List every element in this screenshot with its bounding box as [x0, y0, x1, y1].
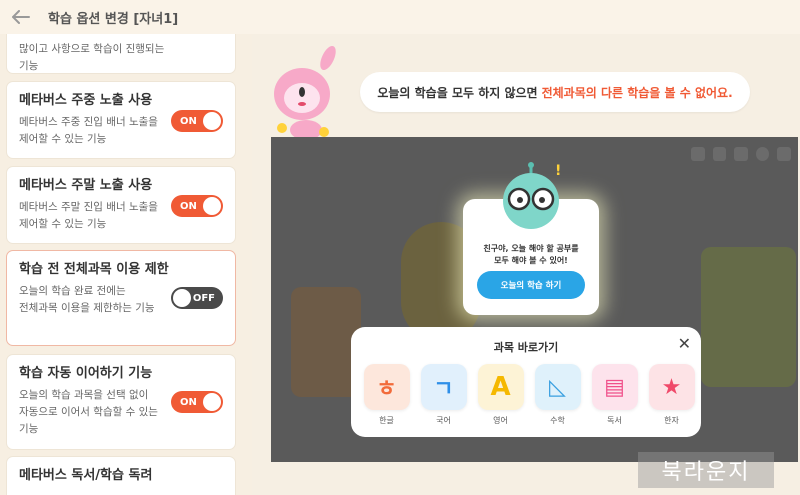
rabbit-mascot-icon: [274, 45, 336, 140]
setting-desc-line: 기능: [19, 60, 39, 72]
metaverse-weekday-toggle[interactable]: ON: [171, 110, 223, 132]
settings-list[interactable]: 많이고 사항으로 학습이 진행되는 기능 메타버스 주중 노출 사용 메타버스 …: [0, 34, 252, 495]
toggle-label: ON: [180, 396, 197, 408]
toggle-knob: [203, 112, 221, 130]
preview-area: 오늘의 학습을 모두 하지 않으면 전체과목의 다른 학습을 볼 수 없어요.: [252, 34, 800, 495]
auto-continue-toggle[interactable]: ON: [171, 391, 223, 413]
book-icon: ▤: [591, 364, 638, 410]
close-icon[interactable]: ✕: [678, 335, 691, 353]
subject-label: 수학: [550, 416, 565, 425]
speech-text: 오늘의 학습을 모두 하지 않으면: [377, 85, 538, 100]
setting-title: 메타버스 주중 노출 사용: [19, 93, 153, 108]
setting-card-auto-continue: 학습 자동 이어하기 기능 오늘의 학습 과목을 선택 없이 자동으로 이어서 …: [6, 354, 236, 450]
popup-line: 친구야, 오늘 해야 할 공부를: [483, 244, 579, 253]
search-icon: [755, 147, 770, 161]
svg-text:!: !: [555, 163, 561, 179]
popup-line: 모두 해야 볼 수 있어!: [494, 256, 568, 265]
setting-desc-line: 많이고 사항으로 학습이 진행되는: [19, 43, 165, 55]
setting-title: 학습 자동 이어하기 기능: [19, 366, 153, 381]
toolbar-icon: [691, 147, 705, 161]
subject-reading[interactable]: ▤ 독서: [591, 364, 638, 426]
page-title: 학습 옵션 변경 [자녀1]: [48, 11, 179, 27]
korean-icon: ㄱ: [420, 364, 467, 410]
toolbar-icon: [734, 147, 748, 161]
setting-card-metaverse-weekend: 메타버스 주말 노출 사용 메타버스 주말 진입 배너 노출을 제어할 수 있는…: [6, 166, 236, 244]
subject-restriction-toggle[interactable]: OFF: [171, 287, 223, 309]
setting-card-partial: 많이고 사항으로 학습이 진행되는 기능: [6, 34, 236, 74]
setting-title: 메타버스 주말 노출 사용: [19, 178, 153, 193]
speech-highlight: 전체과목의 다른 학습을 볼 수 없어요.: [541, 85, 733, 100]
setting-desc-line: 기능: [19, 423, 39, 435]
popup-message: 친구야, 오늘 해야 할 공부를 모두 해야 볼 수 있어!: [463, 243, 599, 267]
toolbar-icons: [691, 147, 791, 165]
subject-label: 국어: [436, 416, 451, 425]
subject-korean[interactable]: ㄱ 국어: [420, 364, 467, 426]
subject-label: 영어: [493, 416, 508, 425]
setting-desc-line: 제어할 수 있는 기능: [19, 133, 107, 145]
subject-list: ㅎ 한글 ㄱ 국어 A 영어 ◺ 수학 ▤ 독서 ★ 한자: [363, 364, 695, 426]
back-arrow-icon: [12, 10, 30, 24]
subject-label: 독서: [607, 416, 622, 425]
background-card: [701, 247, 796, 387]
subject-math[interactable]: ◺ 수학: [534, 364, 581, 426]
setting-card-metaverse-weekday: 메타버스 주중 노출 사용 메타버스 주중 진입 배너 노출을 제어할 수 있는…: [6, 81, 236, 159]
subject-hangul[interactable]: ㅎ 한글: [363, 364, 410, 426]
speech-bubble: 오늘의 학습을 모두 하지 않으면 전체과목의 다른 학습을 볼 수 없어요.: [360, 72, 750, 112]
setting-card-metaverse-reading: 메타버스 독서/학습 독려: [6, 456, 236, 495]
subject-label: 한글: [379, 416, 394, 425]
math-icon: ◺: [534, 364, 581, 410]
watermark: 북라운지: [638, 452, 774, 488]
back-button[interactable]: [6, 2, 36, 32]
toolbar-icon: [712, 147, 727, 161]
menu-icon: [777, 147, 791, 161]
today-study-popup: ! 친구야, 오늘 해야 할 공부를 모두 해야 볼 수 있어! 오늘의 학습 …: [463, 162, 599, 315]
star-icon: ★: [648, 364, 695, 410]
app-screen-preview: ! 친구야, 오늘 해야 할 공부를 모두 해야 볼 수 있어! 오늘의 학습 …: [271, 137, 798, 462]
toggle-label: ON: [180, 115, 197, 127]
setting-desc-line: 제어할 수 있는 기능: [19, 218, 107, 230]
top-bar: 학습 옵션 변경 [자녀1]: [0, 0, 800, 34]
english-icon: A: [477, 364, 524, 410]
setting-title: 학습 전 전체과목 이용 제한: [19, 262, 169, 277]
subject-hanja[interactable]: ★ 한자: [648, 364, 695, 426]
setting-title: 메타버스 독서/학습 독려: [19, 468, 153, 483]
toggle-label: OFF: [192, 292, 215, 304]
setting-card-subject-restriction: 학습 전 전체과목 이용 제한 오늘의 학습 완료 전에는 전체과목 이용을 제…: [6, 250, 236, 346]
toggle-label: ON: [180, 200, 197, 212]
today-study-button[interactable]: 오늘의 학습 하기: [477, 271, 585, 299]
subject-english[interactable]: A 영어: [477, 364, 524, 426]
hangul-icon: ㅎ: [363, 364, 410, 410]
robot-character-icon: !: [503, 162, 561, 229]
subject-shortcut-panel: 과목 바로가기 ✕ ㅎ 한글 ㄱ 국어 A 영어 ◺ 수학 ▤ 독서 ★ 한자: [351, 327, 701, 437]
subject-panel-title: 과목 바로가기: [493, 341, 559, 354]
toggle-knob: [173, 289, 191, 307]
toggle-knob: [203, 197, 221, 215]
toggle-knob: [203, 393, 221, 411]
subject-label: 한자: [664, 416, 679, 425]
metaverse-weekend-toggle[interactable]: ON: [171, 195, 223, 217]
